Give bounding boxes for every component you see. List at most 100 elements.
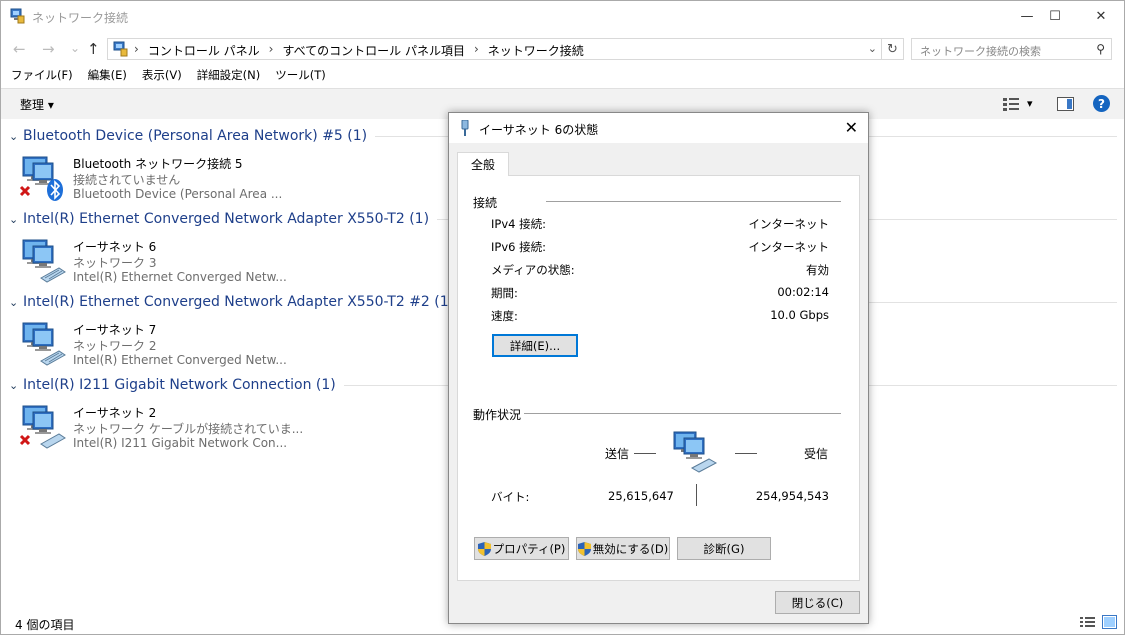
breadcrumb-chevron-icon[interactable]: › xyxy=(474,42,479,59)
connection-device: Intel(R) I211 Gigabit Network Con... xyxy=(73,436,288,450)
menu-edit[interactable]: 編集(E) xyxy=(88,67,127,87)
organize-button[interactable]: 整理 ▾ xyxy=(20,96,54,113)
network-connections-icon xyxy=(10,8,25,24)
network-activity-icon xyxy=(673,431,718,473)
details-button[interactable]: 詳細(E)... xyxy=(492,334,578,357)
forward-arrow-icon[interactable]: → xyxy=(42,40,55,58)
tab-general[interactable]: 全般 xyxy=(457,152,509,176)
menu-file[interactable]: ファイル(F) xyxy=(11,67,73,87)
address-bar[interactable]: › コントロール パネル › すべてのコントロール パネル項目 › ネットワーク… xyxy=(107,38,882,60)
connection-status: ネットワーク ケーブルが接続されていま... xyxy=(73,422,304,436)
received-line xyxy=(735,453,757,454)
activity-divider xyxy=(696,484,697,506)
breadcrumb-chevron-icon[interactable]: › xyxy=(269,42,274,59)
properties-button[interactable]: プロパティ(P) xyxy=(474,537,569,560)
breadcrumb-control-panel[interactable]: コントロール パネル xyxy=(148,42,260,59)
dialog-close-button[interactable]: 閉じる(C) xyxy=(775,591,860,614)
close-button[interactable]: ✕ xyxy=(1078,1,1124,32)
collapse-chevron-icon[interactable]: ⌄ xyxy=(9,296,23,309)
sent-label: 送信 xyxy=(605,447,630,461)
properties-button-label: プロパティ(P) xyxy=(492,541,566,556)
breadcrumb-chevron-icon[interactable]: › xyxy=(134,42,139,59)
details-view-icon[interactable] xyxy=(1080,616,1095,629)
connection-status: ネットワーク 2 xyxy=(73,339,157,353)
group-title: Intel(R) I211 Gigabit Network Connection… xyxy=(23,377,336,393)
speed-value: 10.0 Gbps xyxy=(770,308,829,322)
control-panel-icon xyxy=(113,41,128,57)
menu-view[interactable]: 表示(V) xyxy=(142,67,182,87)
list-item[interactable]: イーサネット 6 ネットワーク 3 Intel(R) Ethernet Conv… xyxy=(19,238,449,294)
collapse-chevron-icon[interactable]: ⌄ xyxy=(9,379,23,392)
dialog-close-icon[interactable]: ✕ xyxy=(845,118,858,137)
media-state-label: メディアの状態: xyxy=(491,263,575,277)
ipv6-label: IPv6 接続: xyxy=(491,240,546,254)
sent-line xyxy=(634,453,656,454)
change-view-icon[interactable] xyxy=(1003,97,1019,111)
diagnose-button[interactable]: 診断(G) xyxy=(677,537,771,560)
connection-name: イーサネット 2 xyxy=(73,406,157,420)
search-icon[interactable]: ⚲ xyxy=(1096,42,1105,56)
bytes-label: バイト: xyxy=(491,490,530,504)
received-label: 受信 xyxy=(804,447,829,461)
list-item[interactable]: イーサネット 7 ネットワーク 2 Intel(R) Ethernet Conv… xyxy=(19,321,449,377)
connection-status: 接続されていません xyxy=(73,173,181,187)
recent-locations-icon[interactable]: ⌄ xyxy=(70,41,80,55)
search-input[interactable]: ネットワーク接続の検索 ⚲ xyxy=(911,38,1112,60)
ipv4-label: IPv4 接続: xyxy=(491,217,546,231)
bytes-sent-value: 25,615,647 xyxy=(608,489,674,503)
menu-bar: ファイル(F) 編集(E) 表示(V) 詳細設定(N) ツール(T) xyxy=(1,67,1124,87)
maximize-button[interactable]: ☐ xyxy=(1032,1,1078,32)
connection-status: ネットワーク 3 xyxy=(73,256,157,270)
bytes-received-value: 254,954,543 xyxy=(755,489,829,503)
title-bar: ネットワーク接続 — ☐ ✕ xyxy=(1,1,1124,32)
section-divider xyxy=(524,413,841,414)
breadcrumb-all-items[interactable]: すべてのコントロール パネル項目 xyxy=(282,42,465,59)
window-title: ネットワーク接続 xyxy=(32,11,129,25)
address-dropdown-icon[interactable]: ⌄ xyxy=(868,42,877,55)
back-arrow-icon[interactable]: ← xyxy=(13,40,26,58)
ethernet-network-icon xyxy=(22,239,66,283)
item-count: 4 個の項目 xyxy=(15,618,75,632)
media-state-value: 有効 xyxy=(806,263,829,277)
up-arrow-icon[interactable]: ↑ xyxy=(87,40,100,58)
menu-advanced[interactable]: 詳細設定(N) xyxy=(197,67,261,87)
collapse-chevron-icon[interactable]: ⌄ xyxy=(9,213,23,226)
duration-label: 期間: xyxy=(491,286,518,300)
bluetooth-network-icon xyxy=(19,156,63,201)
dialog-title: イーサネット 6の状態 xyxy=(479,123,599,137)
breadcrumb-network-connections[interactable]: ネットワーク接続 xyxy=(488,42,584,59)
uac-shield-icon xyxy=(577,541,591,556)
large-icons-view-icon[interactable] xyxy=(1102,615,1117,629)
ethernet-network-disconnected-icon xyxy=(19,405,66,449)
connection-device: Intel(R) Ethernet Converged Netw... xyxy=(73,270,287,284)
breadcrumb: › コントロール パネル › すべてのコントロール パネル項目 › ネットワーク… xyxy=(132,42,584,59)
list-item[interactable]: Bluetooth ネットワーク接続 5 接続されていません Bluetooth… xyxy=(19,155,449,211)
ethernet-network-icon xyxy=(22,322,66,366)
general-tab-panel: 接続 IPv4 接続: インターネット IPv6 接続: インターネット メディ… xyxy=(457,175,860,581)
preview-pane-icon[interactable] xyxy=(1057,97,1074,111)
collapse-chevron-icon[interactable]: ⌄ xyxy=(9,130,23,143)
view-options-dropdown-icon[interactable]: ▾ xyxy=(1027,97,1033,110)
section-divider xyxy=(546,201,841,202)
connection-device: Intel(R) Ethernet Converged Netw... xyxy=(73,353,287,367)
address-row: ← → ⌄ ↑ › コントロール パネル › すべてのコントロール パネル項目 … xyxy=(1,34,1124,64)
activity-section-label: 動作状況 xyxy=(473,406,522,423)
refresh-button[interactable]: ↻ xyxy=(882,38,904,60)
connection-name: イーサネット 6 xyxy=(73,240,157,254)
ipv4-value: インターネット xyxy=(748,217,830,231)
group-title: Bluetooth Device (Personal Area Network)… xyxy=(23,128,368,144)
duration-value: 00:02:14 xyxy=(777,285,829,299)
ethernet-connector-icon xyxy=(461,120,469,136)
menu-tools[interactable]: ツール(T) xyxy=(275,67,326,87)
connection-section-label: 接続 xyxy=(473,194,498,211)
list-item[interactable]: イーサネット 2 ネットワーク ケーブルが接続されていま... Intel(R)… xyxy=(19,404,449,460)
connection-name: Bluetooth ネットワーク接続 5 xyxy=(73,157,243,171)
group-title: Intel(R) Ethernet Converged Network Adap… xyxy=(23,211,430,227)
ipv6-value: インターネット xyxy=(748,240,830,254)
disable-button[interactable]: 無効にする(D) xyxy=(576,537,670,560)
help-icon[interactable]: ? xyxy=(1093,95,1110,112)
ethernet-status-dialog: イーサネット 6の状態 ✕ 全般 接続 IPv4 接続: インターネット IPv… xyxy=(448,112,869,624)
connection-device: Bluetooth Device (Personal Area ... xyxy=(73,187,283,201)
dialog-title-bar: イーサネット 6の状態 ✕ xyxy=(449,113,868,143)
group-title: Intel(R) Ethernet Converged Network Adap… xyxy=(23,294,455,310)
